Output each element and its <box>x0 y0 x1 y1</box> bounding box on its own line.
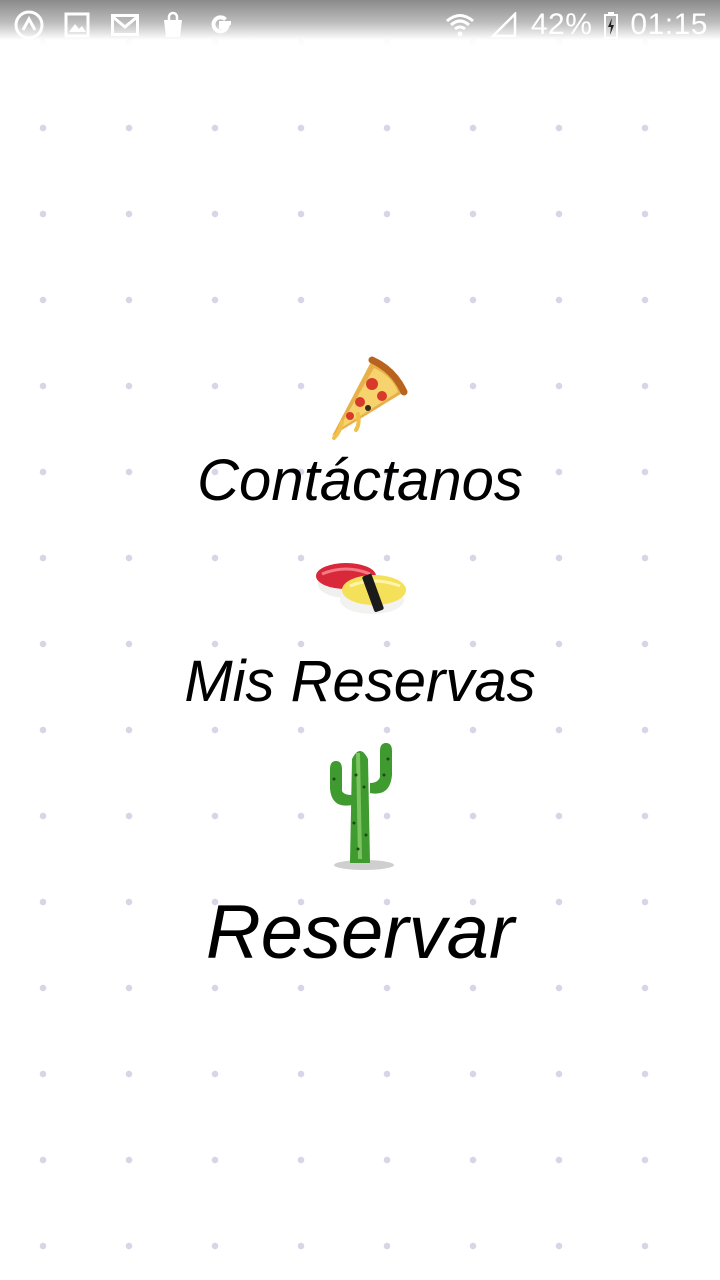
pizza-icon[interactable] <box>310 355 410 441</box>
app-screen: 42% 01:15 Contáctanos Mis Reservas Reser… <box>0 0 720 1280</box>
my-reservations-menu-item[interactable]: Mis Reservas <box>0 550 720 716</box>
my-reservations-label[interactable]: Mis Reservas <box>184 648 535 716</box>
reserve-menu-item[interactable]: Reservar <box>0 738 720 978</box>
reserve-label[interactable]: Reservar <box>206 888 514 978</box>
main-menu: Contáctanos Mis Reservas Reservar <box>0 0 720 1280</box>
contact-menu-item[interactable]: Contáctanos <box>0 355 720 515</box>
cactus-icon[interactable] <box>310 738 410 872</box>
sushi-icon[interactable] <box>310 550 410 622</box>
contact-label[interactable]: Contáctanos <box>197 447 523 515</box>
